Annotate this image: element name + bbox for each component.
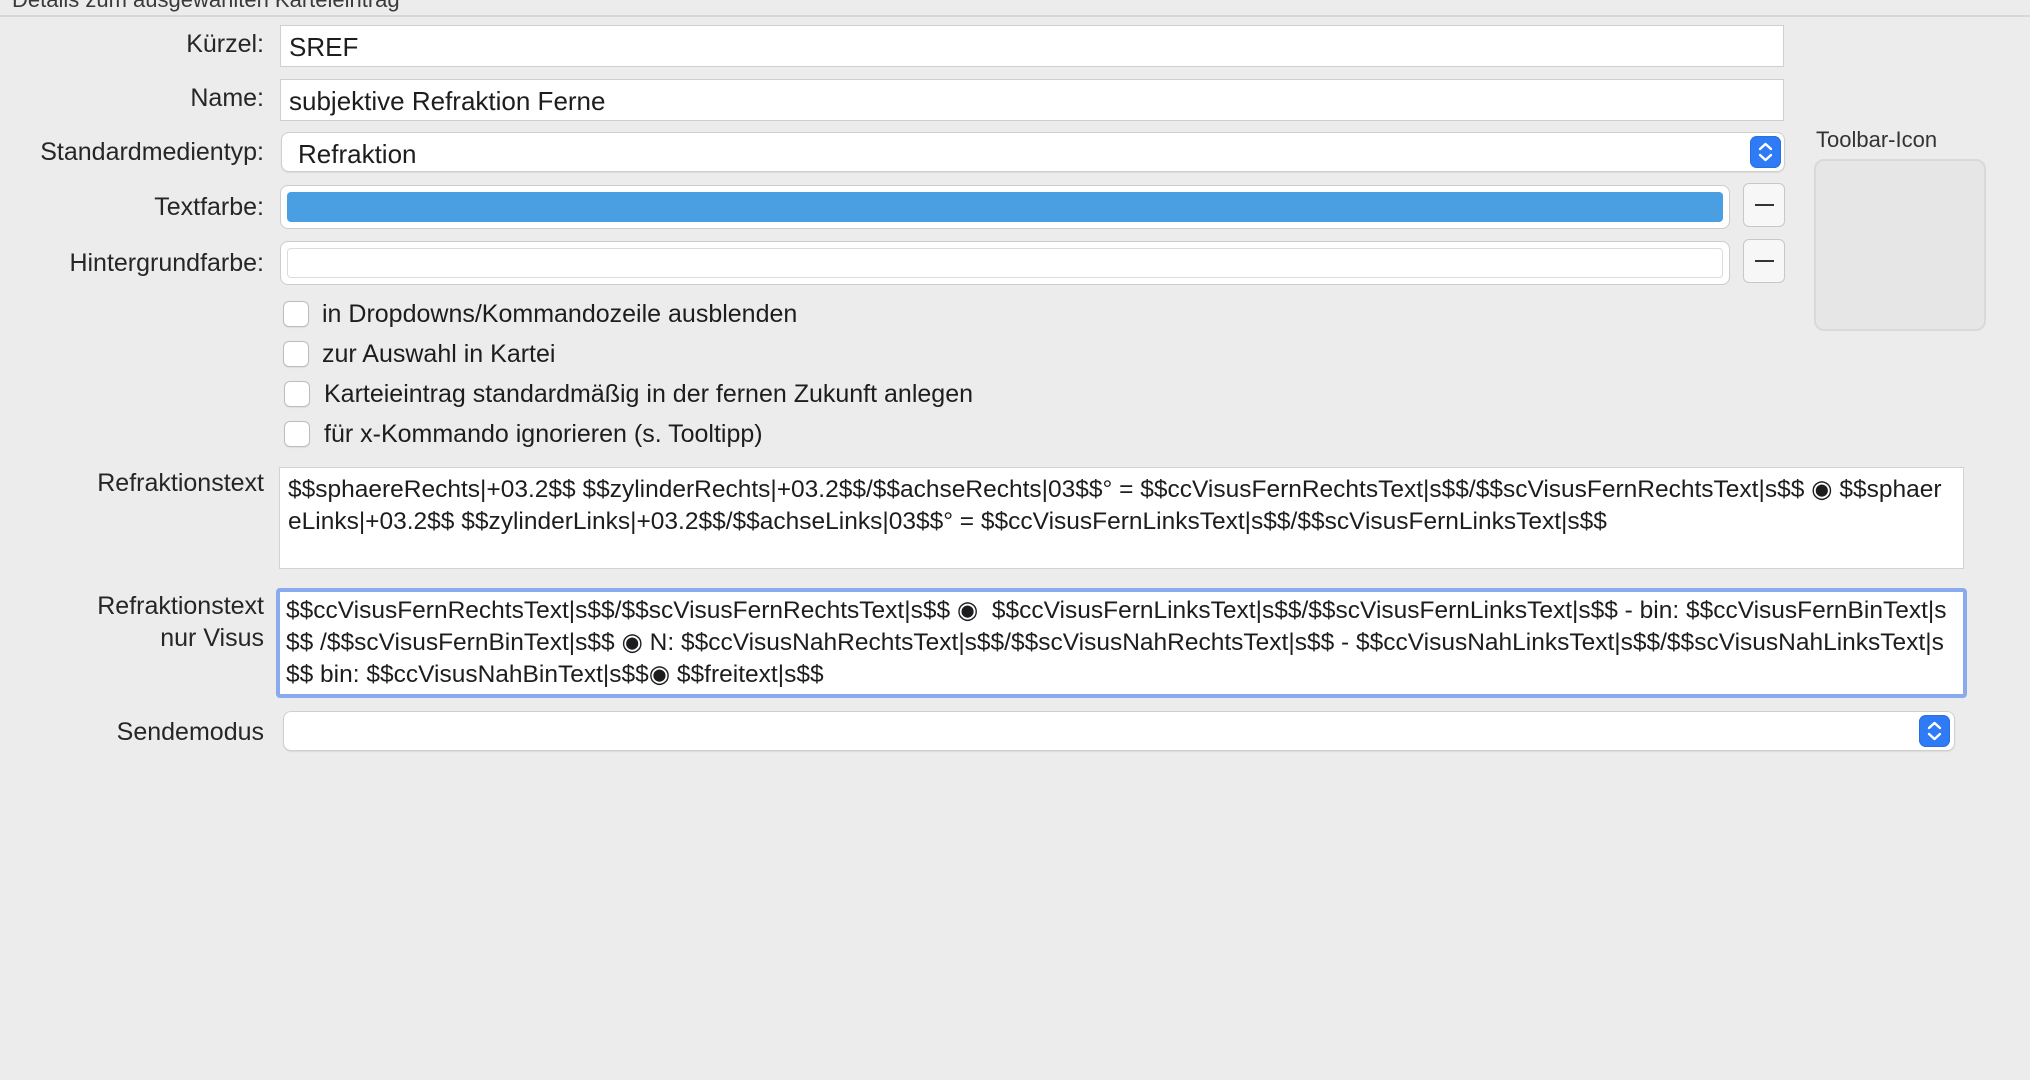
refraktionstext-visus-label-line2: nur Visus — [160, 624, 264, 652]
sendemodus-label: Sendemodus — [116, 718, 264, 746]
checkbox-select-kartei-label: zur Auswahl in Kartei — [322, 340, 556, 368]
checkbox-hide-dropdowns-label: in Dropdowns/Kommandozeile ausblenden — [322, 300, 798, 328]
refraktionstext-visus-label-line1: Refraktionstext — [97, 592, 264, 620]
textfarbe-colorwell[interactable] — [280, 185, 1730, 229]
toolbar-icon-title: Toolbar-Icon — [1816, 127, 1938, 152]
textfarbe-swatch — [287, 192, 1723, 222]
kuerzel-field[interactable]: SREF — [280, 25, 1784, 67]
refraktionstext-label: Refraktionstext — [97, 469, 264, 497]
name-label: Name: — [190, 84, 264, 112]
standardmedientyp-popup[interactable]: Refraktion — [281, 132, 1785, 172]
hintergrundfarbe-swatch — [287, 248, 1723, 278]
refraktionstext-visus-area[interactable]: $$ccVisusFernRechtsText|s$$/$$scVisusFer… — [276, 588, 1967, 698]
standardmedientyp-stepper-icon[interactable] — [1750, 136, 1781, 168]
hintergrundfarbe-remove-button[interactable] — [1743, 239, 1785, 283]
checkbox-future-entry-label: Karteieintrag standardmäßig in der ferne… — [324, 380, 973, 408]
refraktionstext-area[interactable]: $$sphaereRechts|+03.2$$ $$zylinderRechts… — [279, 467, 1964, 569]
kuerzel-label: Kürzel: — [186, 30, 264, 58]
group-title: Details zum ausgewählten Karteieintrag — [12, 0, 400, 14]
checkbox-hide-dropdowns[interactable] — [283, 301, 309, 327]
textfarbe-remove-button[interactable] — [1743, 183, 1785, 227]
sendemodus-popup[interactable] — [283, 711, 1955, 751]
toolbar-icon-well[interactable] — [1814, 159, 1986, 331]
checkbox-ignore-x-command-label: für x-Kommando ignorieren (s. Tooltipp) — [324, 420, 763, 448]
textfarbe-label: Textfarbe: — [154, 193, 264, 221]
standardmedientyp-label: Standardmedientyp: — [40, 138, 264, 166]
checkbox-future-entry[interactable] — [284, 381, 310, 407]
group-divider — [0, 15, 2030, 17]
sendemodus-stepper-icon[interactable] — [1919, 715, 1950, 747]
standardmedientyp-value: Refraktion — [298, 139, 417, 169]
hintergrundfarbe-label: Hintergrundfarbe: — [69, 249, 264, 277]
checkbox-select-kartei[interactable] — [283, 341, 309, 367]
minus-icon — [1755, 204, 1774, 206]
name-field[interactable]: subjektive Refraktion Ferne — [280, 79, 1784, 121]
checkbox-ignore-x-command[interactable] — [284, 421, 310, 447]
minus-icon — [1755, 260, 1774, 262]
hintergrundfarbe-colorwell[interactable] — [280, 241, 1730, 285]
